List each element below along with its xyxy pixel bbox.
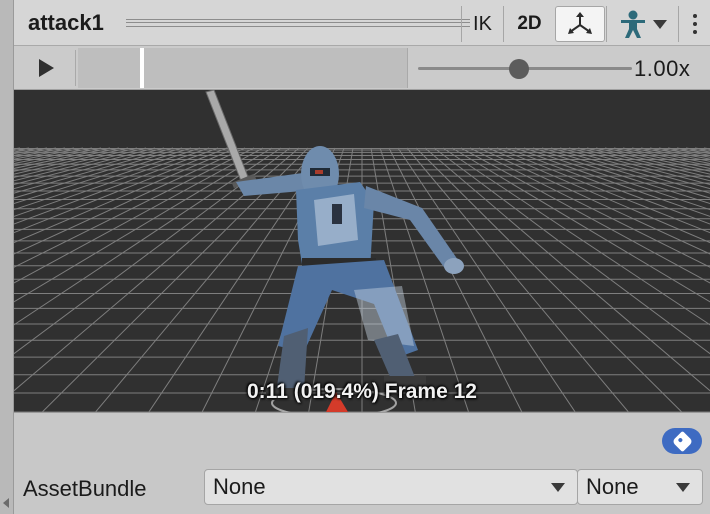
left-edge-rail (0, 0, 14, 514)
clip-title: attack1 (28, 10, 104, 35)
asset-bundle-label: AssetBundle (23, 476, 147, 501)
drag-grip[interactable] (126, 19, 470, 27)
avatar-icon (620, 10, 645, 38)
3d-preview-viewport[interactable]: 0:11 (019.4%) Frame 12 (14, 90, 710, 412)
playback-bar: 1.00x (14, 46, 710, 90)
kebab-menu-icon (692, 14, 697, 34)
frame-info-label: 0:11 (019.4%) Frame 12 (247, 380, 477, 403)
pivot-toggle-button[interactable] (555, 6, 605, 42)
dropdown-arrow-icon (551, 483, 565, 492)
speed-label: 1.00x (634, 56, 691, 81)
dropdown-caret-icon (652, 19, 667, 29)
asset-bundle-value: None (213, 474, 266, 499)
2d-toggle-button[interactable]: 2D (503, 6, 555, 42)
play-button[interactable] (18, 50, 76, 86)
ik-toggle-button[interactable]: IK (461, 6, 503, 42)
asset-bundle-section: AssetBundle None None (14, 412, 710, 514)
move-gizmo-icon (568, 12, 592, 34)
speed-slider[interactable] (418, 59, 632, 79)
panel-menu-button[interactable] (678, 6, 710, 42)
asset-bundle-dropdown[interactable]: None (204, 469, 578, 505)
asset-bundle-variant-dropdown[interactable]: None (577, 469, 703, 505)
timeline-scrubber[interactable] (78, 48, 408, 88)
avatar-menu-button[interactable] (606, 6, 678, 42)
tag-icon (671, 430, 693, 452)
animation-preview-panel: attack1 IK 2D 1.00x 0:11 (019.4%) Frame … (0, 0, 710, 514)
collapse-arrow-icon[interactable] (3, 498, 9, 508)
dropdown-arrow-icon (676, 483, 690, 492)
speed-slider-knob[interactable] (508, 59, 529, 79)
asset-bundle-variant-value: None (586, 474, 639, 499)
tag-button[interactable] (662, 428, 702, 454)
play-icon (39, 59, 54, 77)
playhead[interactable] (140, 48, 145, 88)
ground-grid (14, 90, 710, 412)
preview-header: attack1 IK 2D (14, 0, 710, 46)
